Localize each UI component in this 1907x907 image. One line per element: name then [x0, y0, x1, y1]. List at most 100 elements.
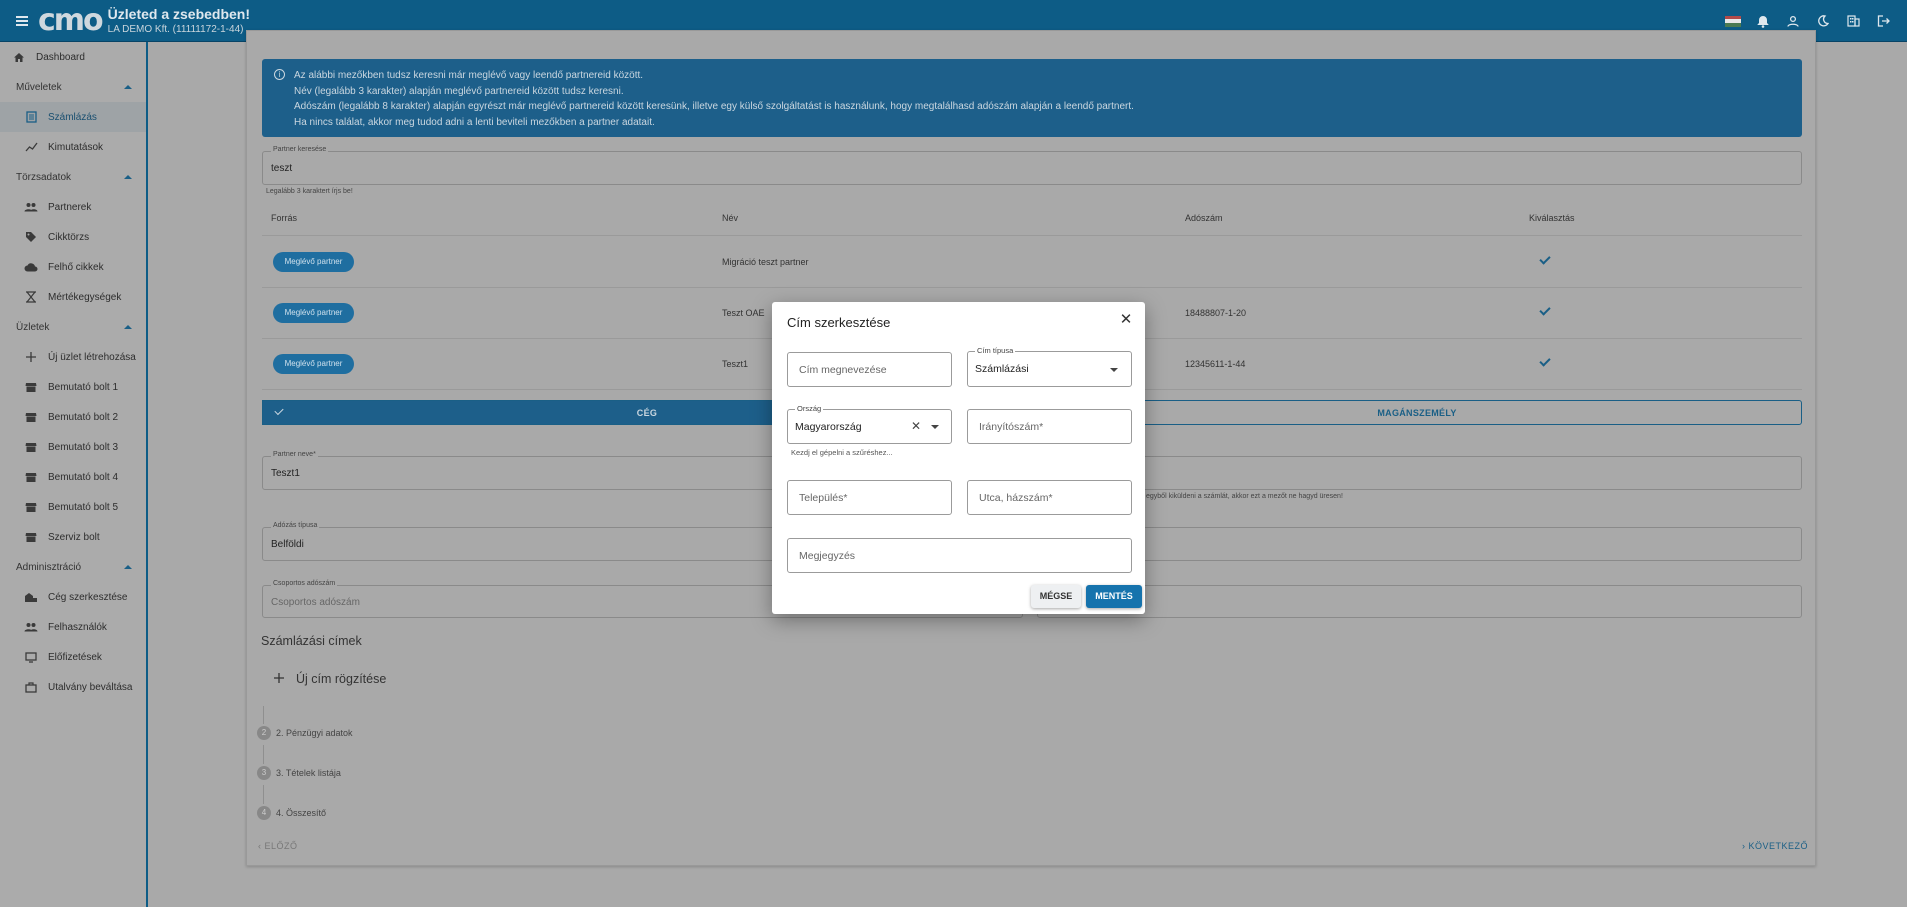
- sidebar-item-partnerek[interactable]: Partnerek: [0, 192, 146, 222]
- search-hint: Legalább 3 karaktert írjs be!: [266, 188, 353, 195]
- sidebar-item-store[interactable]: Bemutató bolt 1: [0, 372, 146, 402]
- brand: Üzleted a zsebedben! LA DEMO Kft. (11111…: [108, 6, 250, 35]
- partner-search-input[interactable]: Partner keresése teszt: [262, 146, 1802, 185]
- field-label: Ország: [795, 404, 824, 413]
- store-icon: [24, 440, 38, 454]
- chevron-up-icon: [124, 175, 132, 179]
- section-title: Üzletek: [16, 321, 50, 333]
- divider: [262, 287, 1802, 288]
- step-label: 2. Pénzügyi adatok: [276, 728, 353, 738]
- col-header-select[interactable]: Kiválasztás: [1529, 213, 1575, 223]
- user-icon[interactable]: [1785, 13, 1801, 29]
- source-badge: Meglévő partner: [273, 354, 354, 374]
- field-value: Teszt1: [271, 468, 300, 479]
- step-4[interactable]: 4 4. Összesítő: [257, 806, 326, 820]
- app-title: Üzleted a zsebedben!: [107, 6, 251, 22]
- sidebar-item-utalvany[interactable]: Utalvány beváltása: [0, 672, 146, 702]
- field-value: Magyarország: [795, 421, 862, 433]
- sidebar-item-kimutatasok[interactable]: Kimutatások: [0, 132, 146, 162]
- edit-address-dialog: Cím szerkesztése ✕ Cím megnevezése Cím t…: [772, 302, 1145, 614]
- sidebar-item-cikktorzs[interactable]: Cikktörzs: [0, 222, 146, 252]
- country-select[interactable]: Ország Magyarország ✕: [787, 404, 952, 444]
- section-title: Adminisztráció: [16, 561, 82, 573]
- address-type-select[interactable]: Cím típusa Számlázási: [967, 346, 1132, 387]
- row-name: Migráció teszt partner: [722, 257, 809, 267]
- segment-label: MAGÁNSZEMÉLY: [1377, 407, 1457, 418]
- field-placeholder: Település*: [799, 492, 848, 504]
- sidebar-item-szamlazas[interactable]: Számlázás: [0, 102, 146, 132]
- bell-icon[interactable]: [1755, 13, 1771, 29]
- new-address-label: Új cím rögzítése: [296, 672, 387, 686]
- segment-private-person[interactable]: MAGÁNSZEMÉLY: [1032, 400, 1802, 425]
- street-input[interactable]: Utca, házszám*: [967, 480, 1132, 515]
- building-icon[interactable]: [1845, 13, 1861, 29]
- sidebar-item-store[interactable]: Szerviz bolt: [0, 522, 146, 552]
- sidebar-item-mertekegysegek[interactable]: Mértékegységek: [0, 282, 146, 312]
- prev-button[interactable]: ‹ ELŐZŐ: [258, 841, 298, 851]
- step-connector: [263, 785, 264, 804]
- logout-icon[interactable]: [1875, 13, 1891, 29]
- note-input[interactable]: Megjegyzés: [787, 538, 1132, 573]
- store-icon: [24, 410, 38, 424]
- cloud-icon: [24, 260, 38, 274]
- step-number: 4: [257, 806, 271, 820]
- sidebar-item-store[interactable]: Bemutató bolt 5: [0, 492, 146, 522]
- app-logo[interactable]: cmo: [38, 5, 104, 35]
- sidebar-item-elofizetesek[interactable]: Előfizetések: [0, 642, 146, 672]
- info-icon: i: [274, 69, 285, 80]
- zip-input[interactable]: Irányítószám*: [967, 409, 1132, 444]
- clear-icon[interactable]: ✕: [911, 419, 921, 433]
- step-3[interactable]: 3 3. Tételek listája: [257, 766, 341, 780]
- company-icon: [24, 590, 38, 604]
- info-line: Ha nincs találat, akkor meg tudod adni a…: [294, 116, 655, 128]
- sidebar-item-label: Kimutatások: [48, 141, 104, 153]
- sidebar-item-ceg-szerkesztese[interactable]: Cég szerkesztése: [0, 582, 146, 612]
- address-name-input[interactable]: Cím megnevezése: [787, 352, 952, 387]
- sidebar-item-store[interactable]: Bemutató bolt 2: [0, 402, 146, 432]
- next-label: KÖVETKEZŐ: [1748, 841, 1809, 851]
- sidebar-item-label: Előfizetések: [48, 651, 102, 663]
- sidebar-section-adminisztracio[interactable]: Adminisztráció: [0, 552, 146, 582]
- step-2[interactable]: 2 2. Pénzügyi adatok: [257, 726, 353, 740]
- info-line: Név (legalább 3 karakter) alapján meglév…: [294, 85, 624, 97]
- city-input[interactable]: Település*: [787, 480, 952, 515]
- sidebar-item-label: Számlázás: [48, 111, 97, 123]
- moon-icon[interactable]: [1815, 13, 1831, 29]
- row-name: Teszt1: [722, 359, 749, 369]
- country-hint: Kezdj el gépelni a szűréshez...: [791, 448, 893, 457]
- col-header-source[interactable]: Forrás: [271, 213, 297, 223]
- sidebar-item-felhasznalok[interactable]: Felhasználók: [0, 612, 146, 642]
- chevron-up-icon: [124, 325, 132, 329]
- step-number: 3: [257, 766, 271, 780]
- dropdown-arrow-icon[interactable]: [1110, 368, 1118, 372]
- save-button[interactable]: MENTÉS: [1086, 585, 1142, 608]
- col-header-tax[interactable]: Adószám: [1185, 213, 1223, 223]
- menu-icon[interactable]: [16, 15, 28, 26]
- group-tax-extra-input[interactable]: [1037, 585, 1802, 618]
- next-button[interactable]: › KÖVETKEZŐ: [1742, 841, 1808, 851]
- sidebar-item-store[interactable]: Bemutató bolt 3: [0, 432, 146, 462]
- new-address-button[interactable]: Új cím rögzítése: [274, 672, 386, 686]
- sidebar-item-store[interactable]: Bemutató bolt 4: [0, 462, 146, 492]
- divider: [262, 235, 1802, 236]
- people-icon: [24, 200, 38, 214]
- sidebar-item-new-store[interactable]: Új üzlet létrehozása: [0, 342, 146, 372]
- sidebar-section-muveletek[interactable]: Műveletek: [0, 72, 146, 102]
- field-label: Partner neve*: [271, 451, 318, 458]
- sidebar-section-uzletek[interactable]: Üzletek: [0, 312, 146, 342]
- dropdown-arrow-icon[interactable]: [931, 425, 939, 429]
- company-name: LA DEMO Kft. (11111172-1-44): [107, 24, 244, 35]
- hungarian-flag-icon[interactable]: [1725, 13, 1741, 29]
- sidebar-item-label: Új üzlet létrehozása: [48, 351, 136, 363]
- close-icon[interactable]: ✕: [1119, 312, 1133, 327]
- sidebar-item-felho-cikkek[interactable]: Felhő cikkek: [0, 252, 146, 282]
- sidebar: Dashboard Műveletek Számlázás Kimutatáso…: [0, 42, 148, 907]
- col-header-name[interactable]: Név: [722, 213, 738, 223]
- cancel-button[interactable]: MÉGSE: [1031, 585, 1081, 608]
- dialog-title: Cím szerkesztése: [787, 315, 891, 330]
- field-label: Partner keresése: [271, 146, 329, 153]
- sidebar-item-dashboard[interactable]: Dashboard: [0, 42, 146, 72]
- sidebar-item-label: Partnerek: [48, 201, 92, 213]
- sidebar-item-label: Bemutató bolt 1: [48, 381, 119, 393]
- sidebar-section-torzsadatok[interactable]: Törzsadatok: [0, 162, 146, 192]
